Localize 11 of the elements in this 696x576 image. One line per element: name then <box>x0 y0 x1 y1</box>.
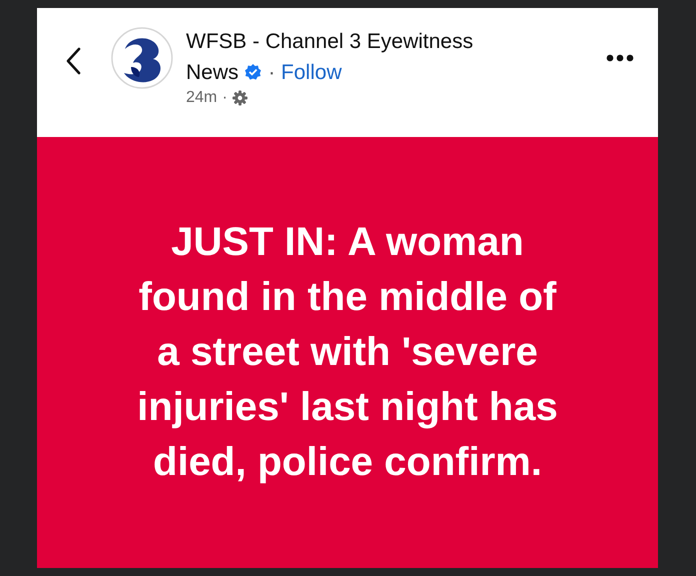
gear-icon <box>232 90 248 106</box>
author-name[interactable]: News <box>186 61 239 84</box>
separator-dot: · <box>268 61 276 84</box>
more-icon[interactable] <box>606 54 634 62</box>
post-time: 24m <box>186 89 218 107</box>
back-icon[interactable] <box>65 47 81 75</box>
follow-link[interactable]: Follow <box>281 61 342 84</box>
author-name[interactable]: WFSB - Channel 3 Eyewitness <box>186 30 474 53</box>
headline-text: JUST IN: A woman found in the middle of a street with 'severe injuries' last night has died, police confirm. <box>137 219 558 486</box>
logo-icon[interactable] <box>111 27 173 89</box>
separator-dot: · <box>222 89 228 107</box>
